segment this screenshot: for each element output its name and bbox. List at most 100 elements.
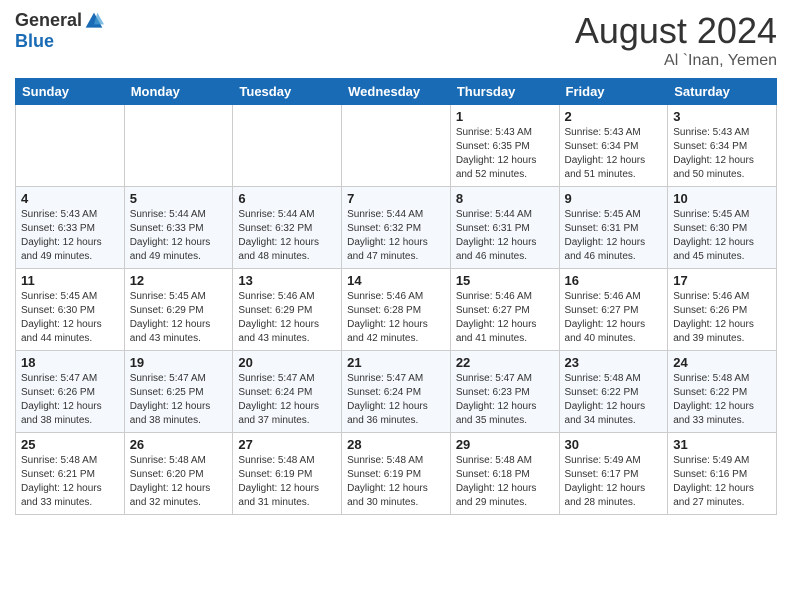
day-number: 10 (673, 191, 771, 206)
day-info: Sunrise: 5:46 AM Sunset: 6:27 PM Dayligh… (565, 290, 663, 346)
calendar-day-header: Monday (124, 79, 233, 105)
calendar-cell: 12 Sunrise: 5:45 AM Sunset: 6:29 PM Dayli… (124, 269, 233, 351)
day-number: 28 (347, 437, 445, 452)
calendar-cell: 30Sunrise: 5:49 AM Sunset: 6:17 PM Dayli… (559, 433, 668, 515)
day-number: 12 (130, 273, 228, 288)
day-info: Sunrise: 5:48 AM Sunset: 6:20 PM Dayligh… (130, 454, 228, 510)
calendar-cell: 3 Sunrise: 5:43 AM Sunset: 6:34 PM Daylig… (668, 105, 777, 187)
title-block: August 2024 Al `Inan, Yemen (575, 10, 777, 70)
calendar-table: SundayMondayTuesdayWednesdayThursdayFrid… (15, 78, 777, 515)
calendar-cell: 26 Sunrise: 5:48 AM Sunset: 6:20 PM Dayli… (124, 433, 233, 515)
calendar-cell: 22Sunrise: 5:47 AM Sunset: 6:23 PM Dayli… (450, 351, 559, 433)
calendar-cell: 9 Sunrise: 5:45 AM Sunset: 6:31 PM Daylig… (559, 187, 668, 269)
calendar-cell: 19 Sunrise: 5:47 AM Sunset: 6:25 PM Dayli… (124, 351, 233, 433)
calendar-day-header: Friday (559, 79, 668, 105)
day-info: Sunrise: 5:44 AM Sunset: 6:33 PM Dayligh… (130, 208, 228, 264)
day-number: 22 (456, 355, 554, 370)
calendar-cell: 18Sunrise: 5:47 AM Sunset: 6:26 PM Dayli… (16, 351, 125, 433)
day-number: 7 (347, 191, 445, 206)
day-number: 5 (130, 191, 228, 206)
calendar-cell (124, 105, 233, 187)
day-info: Sunrise: 5:46 AM Sunset: 6:27 PM Dayligh… (456, 290, 554, 346)
day-number: 3 (673, 109, 771, 124)
day-number: 19 (130, 355, 228, 370)
calendar-day-header: Thursday (450, 79, 559, 105)
calendar-cell: 20 Sunrise: 5:47 AM Sunset: 6:24 PM Dayli… (233, 351, 342, 433)
day-info: Sunrise: 5:43 AM Sunset: 6:34 PM Dayligh… (565, 126, 663, 182)
calendar-cell (233, 105, 342, 187)
day-info: Sunrise: 5:45 AM Sunset: 6:31 PM Dayligh… (565, 208, 663, 264)
day-info: Sunrise: 5:49 AM Sunset: 6:17 PM Dayligh… (565, 454, 663, 510)
day-number: 18 (21, 355, 119, 370)
calendar-week-row: 1 Sunrise: 5:43 AM Sunset: 6:35 PM Daylig… (16, 105, 777, 187)
day-info: Sunrise: 5:44 AM Sunset: 6:31 PM Dayligh… (456, 208, 554, 264)
day-number: 17 (673, 273, 771, 288)
day-info: Sunrise: 5:45 AM Sunset: 6:29 PM Dayligh… (130, 290, 228, 346)
day-number: 29 (456, 437, 554, 452)
day-number: 16 (565, 273, 663, 288)
location-subtitle: Al `Inan, Yemen (575, 52, 777, 70)
day-number: 8 (456, 191, 554, 206)
calendar-cell: 25Sunrise: 5:48 AM Sunset: 6:21 PM Dayli… (16, 433, 125, 515)
day-info: Sunrise: 5:43 AM Sunset: 6:34 PM Dayligh… (673, 126, 771, 182)
day-info: Sunrise: 5:43 AM Sunset: 6:33 PM Dayligh… (21, 208, 119, 264)
calendar-body: 1 Sunrise: 5:43 AM Sunset: 6:35 PM Daylig… (16, 105, 777, 515)
calendar-cell: 24 Sunrise: 5:48 AM Sunset: 6:22 PM Dayli… (668, 351, 777, 433)
calendar-week-row: 4 Sunrise: 5:43 AM Sunset: 6:33 PM Daylig… (16, 187, 777, 269)
day-info: Sunrise: 5:47 AM Sunset: 6:24 PM Dayligh… (347, 372, 445, 428)
calendar-week-row: 18Sunrise: 5:47 AM Sunset: 6:26 PM Dayli… (16, 351, 777, 433)
day-info: Sunrise: 5:48 AM Sunset: 6:22 PM Dayligh… (565, 372, 663, 428)
day-info: Sunrise: 5:48 AM Sunset: 6:22 PM Dayligh… (673, 372, 771, 428)
calendar-cell: 23 Sunrise: 5:48 AM Sunset: 6:22 PM Dayli… (559, 351, 668, 433)
day-number: 4 (21, 191, 119, 206)
day-number: 9 (565, 191, 663, 206)
calendar-cell: 27Sunrise: 5:48 AM Sunset: 6:19 PM Dayli… (233, 433, 342, 515)
calendar-cell (342, 105, 451, 187)
logo: General Blue (15, 10, 104, 52)
calendar-cell: 13 Sunrise: 5:46 AM Sunset: 6:29 PM Dayli… (233, 269, 342, 351)
calendar-header-row: SundayMondayTuesdayWednesdayThursdayFrid… (16, 79, 777, 105)
day-number: 23 (565, 355, 663, 370)
logo-general-text: General (15, 10, 82, 31)
calendar-day-header: Wednesday (342, 79, 451, 105)
day-info: Sunrise: 5:43 AM Sunset: 6:35 PM Dayligh… (456, 126, 554, 182)
day-info: Sunrise: 5:47 AM Sunset: 6:24 PM Dayligh… (238, 372, 336, 428)
day-number: 14 (347, 273, 445, 288)
calendar-cell: 28Sunrise: 5:48 AM Sunset: 6:19 PM Dayli… (342, 433, 451, 515)
calendar-cell: 21 Sunrise: 5:47 AM Sunset: 6:24 PM Dayli… (342, 351, 451, 433)
day-info: Sunrise: 5:44 AM Sunset: 6:32 PM Dayligh… (347, 208, 445, 264)
calendar-week-row: 11Sunrise: 5:45 AM Sunset: 6:30 PM Dayli… (16, 269, 777, 351)
day-info: Sunrise: 5:48 AM Sunset: 6:21 PM Dayligh… (21, 454, 119, 510)
day-info: Sunrise: 5:47 AM Sunset: 6:25 PM Dayligh… (130, 372, 228, 428)
day-info: Sunrise: 5:45 AM Sunset: 6:30 PM Dayligh… (673, 208, 771, 264)
day-info: Sunrise: 5:46 AM Sunset: 6:28 PM Dayligh… (347, 290, 445, 346)
day-number: 2 (565, 109, 663, 124)
calendar-cell: 17 Sunrise: 5:46 AM Sunset: 6:26 PM Dayli… (668, 269, 777, 351)
day-number: 15 (456, 273, 554, 288)
calendar-cell: 4 Sunrise: 5:43 AM Sunset: 6:33 PM Daylig… (16, 187, 125, 269)
day-info: Sunrise: 5:44 AM Sunset: 6:32 PM Dayligh… (238, 208, 336, 264)
day-number: 1 (456, 109, 554, 124)
calendar-day-header: Saturday (668, 79, 777, 105)
calendar-week-row: 25Sunrise: 5:48 AM Sunset: 6:21 PM Dayli… (16, 433, 777, 515)
calendar-cell: 7 Sunrise: 5:44 AM Sunset: 6:32 PM Daylig… (342, 187, 451, 269)
calendar-day-header: Sunday (16, 79, 125, 105)
day-info: Sunrise: 5:46 AM Sunset: 6:29 PM Dayligh… (238, 290, 336, 346)
day-info: Sunrise: 5:48 AM Sunset: 6:18 PM Dayligh… (456, 454, 554, 510)
calendar-cell: 11Sunrise: 5:45 AM Sunset: 6:30 PM Dayli… (16, 269, 125, 351)
day-number: 20 (238, 355, 336, 370)
day-number: 11 (21, 273, 119, 288)
day-number: 26 (130, 437, 228, 452)
day-number: 21 (347, 355, 445, 370)
day-info: Sunrise: 5:46 AM Sunset: 6:26 PM Dayligh… (673, 290, 771, 346)
calendar-cell: 31Sunrise: 5:49 AM Sunset: 6:16 PM Dayli… (668, 433, 777, 515)
calendar-cell: 2 Sunrise: 5:43 AM Sunset: 6:34 PM Daylig… (559, 105, 668, 187)
calendar-cell: 1 Sunrise: 5:43 AM Sunset: 6:35 PM Daylig… (450, 105, 559, 187)
day-number: 13 (238, 273, 336, 288)
day-number: 24 (673, 355, 771, 370)
day-number: 6 (238, 191, 336, 206)
calendar-day-header: Tuesday (233, 79, 342, 105)
calendar-cell: 15 Sunrise: 5:46 AM Sunset: 6:27 PM Dayli… (450, 269, 559, 351)
day-info: Sunrise: 5:49 AM Sunset: 6:16 PM Dayligh… (673, 454, 771, 510)
day-info: Sunrise: 5:48 AM Sunset: 6:19 PM Dayligh… (238, 454, 336, 510)
